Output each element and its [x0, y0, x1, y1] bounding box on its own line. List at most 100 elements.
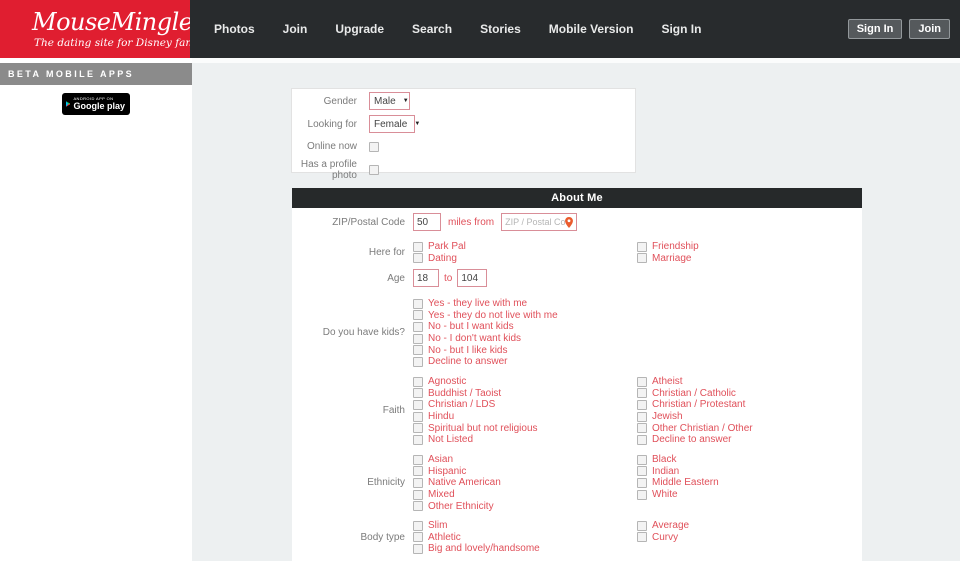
online-now-checkbox[interactable] — [369, 142, 379, 152]
checkbox[interactable] — [637, 478, 647, 488]
checkbox[interactable] — [637, 521, 647, 531]
checkbox[interactable] — [413, 388, 423, 398]
checkbox-option[interactable]: Black — [637, 454, 862, 466]
checkbox-option[interactable]: Spiritual but not religious — [413, 422, 637, 434]
checkbox-option[interactable]: Native American — [413, 477, 637, 489]
checkbox[interactable] — [413, 253, 423, 263]
checkbox-option[interactable]: Yes - they live with me — [413, 298, 558, 310]
checkbox[interactable] — [413, 490, 423, 500]
checkbox-option[interactable]: No - but I like kids — [413, 344, 558, 356]
checkbox[interactable] — [413, 242, 423, 252]
checkbox[interactable] — [413, 345, 423, 355]
zip-radius-input[interactable] — [413, 213, 441, 231]
checkbox-option[interactable]: Indian — [637, 466, 862, 478]
checkbox-option[interactable]: Jewish — [637, 411, 862, 423]
checkbox[interactable] — [413, 357, 423, 367]
google-play-icon — [66, 98, 70, 110]
checkbox[interactable] — [413, 310, 423, 320]
nav-item-mobile-version[interactable]: Mobile Version — [535, 22, 648, 36]
checkbox[interactable] — [637, 242, 647, 252]
checkbox[interactable] — [413, 501, 423, 511]
checkbox[interactable] — [413, 544, 423, 554]
checkbox-option[interactable]: White — [637, 489, 862, 501]
location-pin-icon[interactable] — [565, 217, 573, 228]
has-profile-photo-checkbox[interactable] — [369, 165, 379, 175]
checkbox[interactable] — [413, 521, 423, 531]
checkbox-option-label: Christian / LDS — [428, 399, 495, 410]
checkbox[interactable] — [637, 253, 647, 263]
checkbox-option[interactable]: Hindu — [413, 411, 637, 423]
checkbox-option[interactable]: Park Pal — [413, 241, 637, 253]
checkbox-option[interactable]: No - I don't want kids — [413, 333, 558, 345]
checkbox[interactable] — [637, 435, 647, 445]
nav-item-upgrade[interactable]: Upgrade — [321, 22, 398, 36]
checkbox-option-label: Not Listed — [428, 434, 473, 445]
looking-for-select-value: Female — [374, 119, 407, 130]
checkbox-option[interactable]: Marriage — [637, 253, 862, 265]
checkbox[interactable] — [413, 478, 423, 488]
checkbox-option[interactable]: Friendship — [637, 241, 862, 253]
checkbox-option[interactable]: No - but I want kids — [413, 321, 558, 333]
checkbox[interactable] — [413, 466, 423, 476]
nav-item-photos[interactable]: Photos — [200, 22, 269, 36]
checkbox[interactable] — [637, 490, 647, 500]
checkbox[interactable] — [413, 400, 423, 410]
checkbox[interactable] — [637, 400, 647, 410]
about-me-section-header: About Me — [292, 188, 862, 208]
checkbox[interactable] — [637, 466, 647, 476]
checkbox-option[interactable]: Other Christian / Other — [637, 422, 862, 434]
checkbox[interactable] — [413, 412, 423, 422]
checkbox-option[interactable]: Christian / Protestant — [637, 399, 862, 411]
checkbox[interactable] — [413, 532, 423, 542]
checkbox-option[interactable]: Other Ethnicity — [413, 500, 637, 512]
checkbox-option[interactable]: Slim — [413, 520, 637, 532]
checkbox-option[interactable]: Agnostic — [413, 376, 637, 388]
checkbox-option[interactable]: Curvy — [637, 532, 862, 544]
checkbox-option[interactable]: Middle Eastern — [637, 477, 862, 489]
age-min-input[interactable] — [413, 269, 439, 287]
join-button[interactable]: Join — [909, 19, 950, 39]
checkbox-option[interactable]: Buddhist / Taoist — [413, 388, 637, 400]
checkbox[interactable] — [637, 412, 647, 422]
checkbox-option[interactable]: Not Listed — [413, 434, 637, 446]
checkbox-option-label: Native American — [428, 477, 501, 488]
sign-in-button[interactable]: Sign In — [848, 19, 903, 39]
checkbox-option[interactable]: Average — [637, 520, 862, 532]
zip-code-field[interactable] — [501, 213, 577, 231]
mousemingle-logo[interactable]: MouseMingle.com The dating site for Disn… — [0, 0, 190, 58]
checkbox-option[interactable]: Mixed — [413, 489, 637, 501]
checkbox-option[interactable]: Asian — [413, 454, 637, 466]
zip-code-input[interactable] — [505, 217, 565, 227]
checkbox[interactable] — [637, 423, 647, 433]
looking-for-select[interactable]: Female ▼ — [369, 115, 415, 133]
age-max-input[interactable] — [457, 269, 487, 287]
checkbox[interactable] — [413, 455, 423, 465]
checkbox[interactable] — [413, 377, 423, 387]
checkbox-option[interactable]: Atheist — [637, 376, 862, 388]
checkbox-option[interactable]: Christian / Catholic — [637, 388, 862, 400]
checkbox-option[interactable]: Athletic — [413, 532, 637, 544]
checkbox-option[interactable]: Yes - they do not live with me — [413, 310, 558, 322]
nav-item-join[interactable]: Join — [269, 22, 322, 36]
nav-item-search[interactable]: Search — [398, 22, 466, 36]
checkbox-option[interactable]: Decline to answer — [413, 356, 558, 368]
nav-item-stories[interactable]: Stories — [466, 22, 535, 36]
gender-select[interactable]: Male ▼ — [369, 92, 410, 110]
checkbox-option-label: Buddhist / Taoist — [428, 388, 501, 399]
checkbox-option[interactable]: Dating — [413, 253, 637, 265]
checkbox-option[interactable]: Hispanic — [413, 466, 637, 478]
checkbox[interactable] — [637, 377, 647, 387]
checkbox-option[interactable]: Decline to answer — [637, 434, 862, 446]
checkbox[interactable] — [413, 435, 423, 445]
checkbox[interactable] — [413, 334, 423, 344]
checkbox-option[interactable]: Christian / LDS — [413, 399, 637, 411]
nav-item-sign-in[interactable]: Sign In — [647, 22, 715, 36]
checkbox[interactable] — [637, 532, 647, 542]
google-play-badge[interactable]: ANDROID APP ON Google play — [62, 93, 130, 115]
checkbox[interactable] — [413, 322, 423, 332]
checkbox[interactable] — [413, 423, 423, 433]
checkbox[interactable] — [413, 299, 423, 309]
checkbox[interactable] — [637, 455, 647, 465]
checkbox[interactable] — [637, 388, 647, 398]
checkbox-option[interactable]: Big and lovely/handsome — [413, 543, 637, 555]
